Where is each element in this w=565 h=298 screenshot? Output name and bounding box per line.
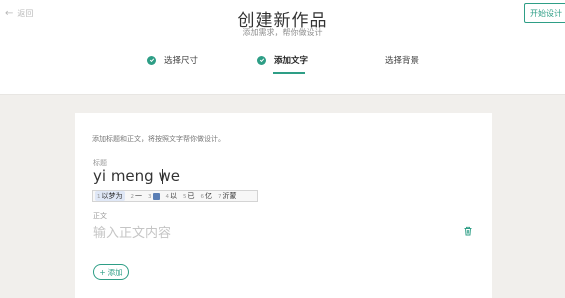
plus-icon: + bbox=[99, 267, 106, 277]
page-subtitle: 添加需求，帮你做设计 bbox=[242, 28, 323, 37]
active-step-indicator bbox=[273, 72, 305, 74]
ime-candidate[interactable]: 3 bbox=[148, 192, 160, 200]
emoji-icon bbox=[152, 192, 160, 200]
ime-candidate[interactable]: 2一 bbox=[131, 191, 143, 201]
body-input[interactable]: 输入正文内容 bbox=[93, 222, 171, 241]
check-icon bbox=[257, 55, 266, 65]
text-caret bbox=[162, 169, 163, 184]
title-input[interactable]: yi meng we bbox=[93, 167, 180, 185]
ime-candidate[interactable]: 7沂蒙 bbox=[218, 191, 237, 201]
add-label: 添加 bbox=[107, 267, 123, 277]
page-header: ← 返回 创建新作品 添加需求，帮你做设计 选择尺寸 添加文字 选择背景 bbox=[0, 0, 565, 95]
ime-candidate[interactable]: 4以 bbox=[166, 191, 178, 201]
step-add-text[interactable]: 添加文字 bbox=[257, 54, 308, 66]
step-label: 选择背景 bbox=[385, 56, 420, 66]
ime-candidate[interactable]: 6亿 bbox=[201, 191, 213, 201]
trash-icon[interactable] bbox=[463, 226, 473, 236]
ime-candidate[interactable]: 5已 bbox=[183, 191, 195, 201]
step-label: 选择尺寸 bbox=[164, 56, 199, 66]
ime-candidate-bar: 1以梦为 2一 3 4以 5已 6亿 7沂蒙 bbox=[92, 190, 258, 202]
body-label: 正文 bbox=[93, 212, 107, 220]
ime-candidate[interactable]: 1以梦为 bbox=[95, 191, 125, 201]
check-icon bbox=[147, 55, 156, 65]
step-label: 添加文字 bbox=[274, 56, 309, 66]
start-design-button[interactable]: 开始设计 bbox=[524, 3, 565, 23]
step-select-background[interactable]: 选择背景 bbox=[385, 54, 419, 66]
form-hint: 添加标题和正文，将按照文字帮你做设计。 bbox=[92, 135, 225, 143]
add-text-button[interactable]: + 添加 bbox=[93, 264, 129, 280]
step-select-size[interactable]: 选择尺寸 bbox=[147, 54, 198, 66]
